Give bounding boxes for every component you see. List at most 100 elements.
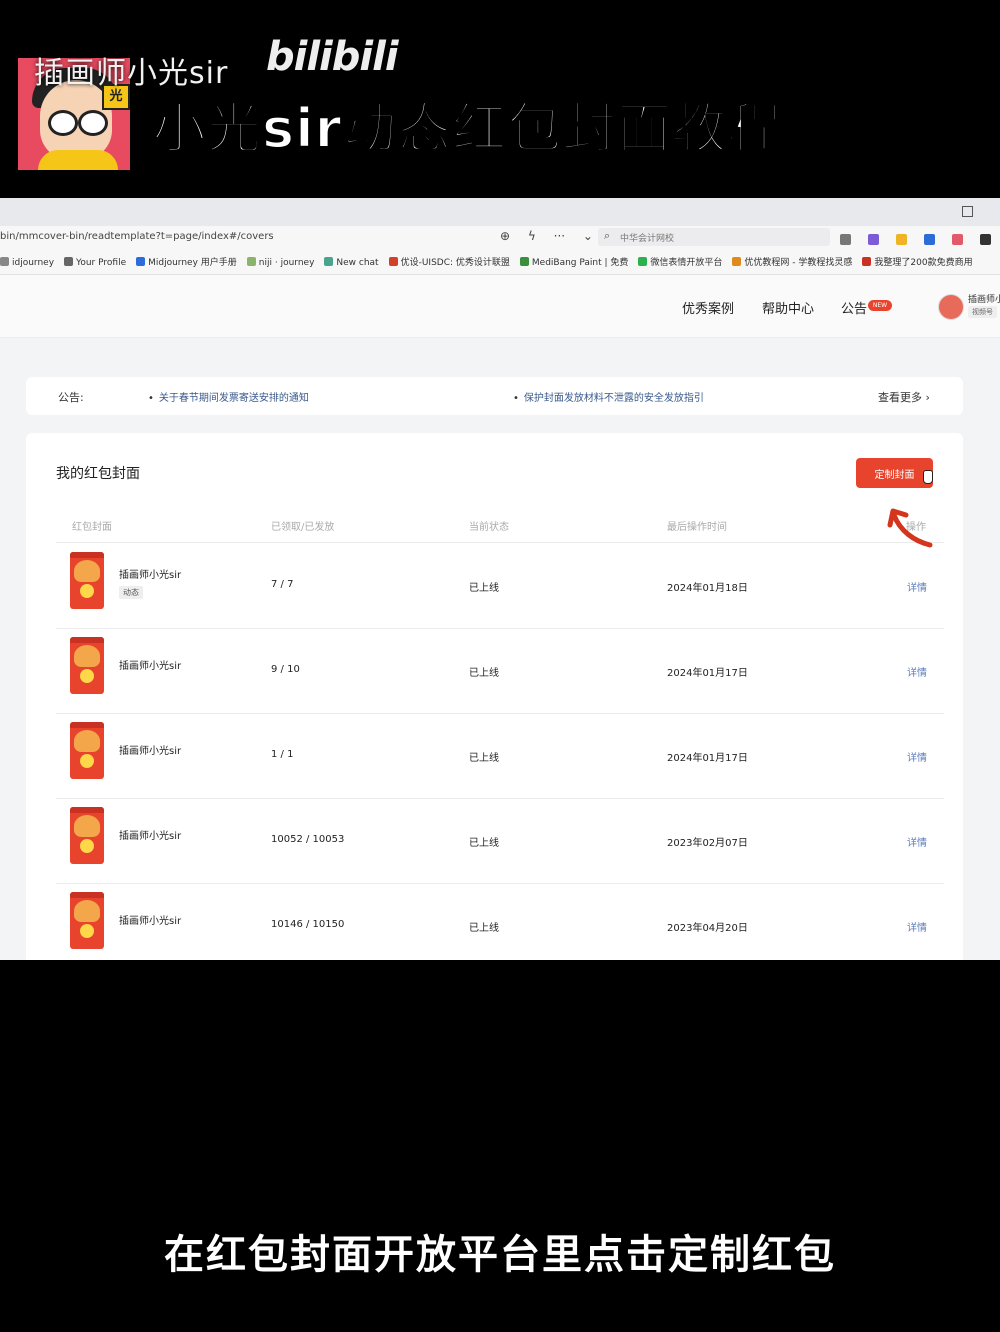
claimed-count: 10052 / 10053 [271, 834, 345, 845]
notice-bar: 公告: 关于春节期间发票寄送安排的通知 保护封面发放材料不泄露的安全发放指引 查… [26, 377, 963, 415]
bookmark-item[interactable]: 微信表情开放平台 [638, 251, 723, 274]
column-header: 已领取/已发放 [271, 522, 335, 533]
column-header: 红包封面 [72, 522, 112, 533]
detail-link[interactable]: 详情 [907, 664, 927, 679]
user-avatar[interactable] [938, 294, 964, 320]
user-name[interactable]: 插画师小 [968, 292, 1000, 305]
extension-toolbar [840, 230, 1000, 249]
cover-thumbnail[interactable] [70, 892, 104, 949]
last-operation-time: 2024年01月18日 [667, 583, 748, 594]
detail-link[interactable]: 详情 [907, 919, 927, 934]
table-row: 插画师小光sir 动态 7 / 7 已上线 2024年01月18日 详情 [56, 543, 944, 629]
bookmark-favicon-icon [519, 257, 529, 266]
bookmark-item[interactable]: Your Profile [64, 251, 127, 274]
column-header: 当前状态 [469, 522, 509, 533]
video-title: 小光sir动态红包封面教程 [151, 96, 783, 161]
extension-red-icon[interactable] [952, 234, 964, 245]
panel-title: 我的红包封面 [56, 466, 140, 482]
detail-link[interactable]: 详情 [907, 749, 927, 764]
bookmark-label: New chat [336, 258, 379, 268]
bookmark-label: Midjourney 用户手册 [148, 258, 237, 268]
bookmark-label: 优优教程网 - 学教程找灵感 [744, 258, 853, 268]
window-titlebar [0, 198, 1000, 226]
bookmark-favicon-icon [638, 257, 648, 266]
extension-search-icon[interactable] [924, 234, 936, 245]
window-restore-icon[interactable] [962, 206, 973, 217]
bilibili-logo: bilibili [266, 34, 399, 80]
lightning-icon[interactable]: ϟ [528, 229, 536, 243]
cover-name: 插画师小光sir [119, 831, 182, 842]
status-text: 已上线 [469, 923, 499, 934]
annotation-arrow-icon [887, 508, 933, 548]
notice-item[interactable]: 关于春节期间发票寄送安排的通知 [148, 389, 309, 404]
custom-cover-button[interactable]: 定制封面 [856, 458, 933, 488]
bookmark-item[interactable]: 优优教程网 - 学教程找灵感 [732, 251, 853, 274]
status-text: 已上线 [469, 838, 499, 849]
nav-announcement[interactable]: 公告 [841, 298, 867, 317]
more-icon[interactable]: ··· [554, 229, 565, 243]
bookmark-label: 优设-UISDC: 优秀设计联盟 [400, 258, 510, 268]
notice-item[interactable]: 保护封面发放材料不泄露的安全发放指引 [513, 389, 704, 404]
scissors-icon[interactable] [840, 234, 851, 245]
bookmark-favicon-icon [64, 257, 74, 266]
extension-purple-icon[interactable] [868, 234, 880, 245]
last-operation-time: 2024年01月17日 [667, 668, 748, 679]
bookmark-label: niji · journey [258, 258, 315, 268]
bookmark-favicon-icon [732, 257, 742, 266]
bookmark-item[interactable]: Midjourney 用户手册 [136, 251, 237, 274]
bookmark-favicon-icon [136, 257, 146, 266]
status-text: 已上线 [469, 583, 499, 594]
nav-help-center[interactable]: 帮助中心 [762, 298, 814, 317]
cover-thumbnail[interactable] [70, 722, 104, 779]
browser-search-input[interactable]: ⌕ 中华会计网校 [598, 228, 830, 246]
bookmark-item[interactable]: idjourney [0, 251, 55, 274]
cover-name: 插画师小光sir [119, 570, 182, 581]
user-tag: 视频号 [968, 306, 997, 318]
bookmark-item[interactable]: MediBang Paint | 免费 [519, 251, 629, 274]
claimed-count: 7 / 7 [271, 579, 294, 590]
chevron-down-icon[interactable]: ⌄ [583, 229, 593, 243]
claimed-count: 10146 / 10150 [271, 919, 345, 930]
bookmark-favicon-icon [862, 257, 872, 266]
extension-grid-icon[interactable] [980, 234, 992, 245]
table-row: 插画师小光sir 1 / 1 已上线 2024年01月17日 详情 [56, 713, 944, 799]
view-more-link[interactable]: 查看更多 › [878, 389, 930, 405]
detail-link[interactable]: 详情 [907, 834, 927, 849]
video-subtitle: 在红包封面开放平台里点击定制红包 [164, 1232, 836, 1278]
bookmark-label: 我整理了200款免费商用 [874, 258, 973, 268]
last-operation-time: 2023年02月07日 [667, 838, 748, 849]
dynamic-tag: 动态 [119, 586, 143, 599]
bookmark-item[interactable]: 我整理了200款免费商用 [862, 251, 973, 274]
extension-shield-icon[interactable] [896, 234, 908, 245]
cover-thumbnail[interactable] [70, 637, 104, 694]
bookmarks-bar: idjourney Your Profile Midjourney 用户手册 niji… [0, 250, 1000, 275]
cover-name: 插画师小光sir [119, 916, 182, 927]
last-operation-time: 2024年01月17日 [667, 753, 748, 764]
bookmark-label: 微信表情开放平台 [650, 258, 723, 268]
bookmark-label: Your Profile [76, 258, 127, 268]
screen-capture: bin/mmcover-bin/readtemplate?t=page/inde… [0, 198, 1000, 960]
nav-showcase[interactable]: 优秀案例 [682, 298, 734, 317]
detail-link[interactable]: 详情 [907, 579, 927, 594]
bookmark-label: MediBang Paint | 免费 [531, 258, 629, 268]
table-row: 插画师小光sir 10146 / 10150 已上线 2023年04月20日 详情 [56, 883, 944, 960]
bookmark-item[interactable]: 优设-UISDC: 优秀设计联盟 [388, 251, 510, 274]
hand-cursor-icon [923, 470, 933, 484]
last-operation-time: 2023年04月20日 [667, 923, 748, 934]
url-bar[interactable]: bin/mmcover-bin/readtemplate?t=page/inde… [0, 231, 274, 242]
table-row: 插画师小光sir 9 / 10 已上线 2024年01月17日 详情 [56, 628, 944, 714]
bookmark-item[interactable]: niji · journey [246, 251, 315, 274]
bookmark-item[interactable]: New chat [324, 251, 379, 274]
bookmark-favicon-icon [246, 257, 256, 266]
zoom-icon[interactable]: ⊕ [500, 229, 510, 243]
status-text: 已上线 [469, 668, 499, 679]
bookmark-favicon-icon [0, 257, 9, 266]
cover-thumbnail[interactable] [70, 807, 104, 864]
cover-name: 插画师小光sir [119, 746, 182, 757]
search-icon: ⌕ [604, 229, 611, 242]
site-header: 优秀案例 帮助中心 公告 NEW 插画师小 视频号 [0, 275, 1000, 338]
bookmark-label: idjourney [12, 258, 55, 268]
status-text: 已上线 [469, 753, 499, 764]
notice-label: 公告: [58, 391, 84, 404]
cover-thumbnail[interactable] [70, 552, 104, 609]
